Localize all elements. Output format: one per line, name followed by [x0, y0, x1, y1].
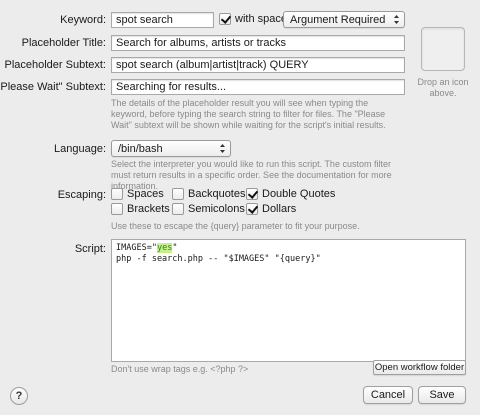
- with-space-label: with space: [235, 13, 287, 25]
- placeholder-subtext-label: Placeholder Subtext:: [4, 59, 106, 71]
- escape-backquotes-label: Backquotes: [188, 188, 246, 200]
- escape-backquotes-checkbox[interactable]: Backquotes: [172, 188, 245, 200]
- script-string-highlight: yes: [156, 243, 173, 253]
- escape-double-quotes-label: Double Quotes: [262, 188, 336, 200]
- please-wait-label: "Please Wait" Subtext:: [0, 81, 106, 93]
- save-button[interactable]: Save: [418, 386, 466, 404]
- checkbox-icon[interactable]: [172, 203, 184, 215]
- placeholder-subtext-input[interactable]: spot search (album|artist|track) QUERY: [111, 57, 405, 73]
- please-wait-input[interactable]: Searching for results...: [111, 79, 405, 95]
- help-button[interactable]: ?: [10, 387, 28, 405]
- script-editor[interactable]: IMAGES="yes" php -f search.php -- "$IMAGE…: [111, 239, 466, 362]
- escaping-label: Escaping:: [57, 189, 106, 201]
- script-line-1: IMAGES="yes": [116, 243, 461, 254]
- checkbox-icon[interactable]: [111, 203, 123, 215]
- open-workflow-folder-button[interactable]: Open workflow folder: [373, 360, 466, 375]
- argument-dropdown[interactable]: Argument Required: [283, 11, 405, 28]
- escape-dollars-label: Dollars: [262, 203, 297, 215]
- escape-double-quotes-checkbox[interactable]: Double Quotes: [246, 188, 335, 200]
- script-line-1-start: IMAGES=": [116, 243, 157, 253]
- updown-arrows-icon: [220, 144, 225, 153]
- cancel-button[interactable]: Cancel: [363, 386, 413, 404]
- checkbox-icon[interactable]: [111, 188, 123, 200]
- with-space-checkbox[interactable]: with space: [219, 13, 287, 25]
- placeholder-title-label: Placeholder Title:: [21, 37, 106, 49]
- checkbox-checked-icon[interactable]: [246, 203, 258, 215]
- with-space-check-icon[interactable]: [219, 13, 231, 25]
- language-dropdown-value: /bin/bash: [118, 143, 163, 155]
- placeholder-help-text: The details of the placeholder result yo…: [111, 98, 386, 130]
- script-line-2: php -f search.php -- "$IMAGES" "{query}": [116, 254, 321, 264]
- updown-arrows-icon: [394, 15, 399, 24]
- escape-semicolons-checkbox[interactable]: Semicolons: [172, 203, 245, 215]
- language-dropdown[interactable]: /bin/bash: [111, 140, 231, 157]
- escape-semicolons-label: Semicolons: [188, 203, 245, 215]
- icon-drop-hint: Drop an icon above.: [417, 77, 469, 98]
- script-label: Script:: [74, 243, 106, 255]
- keyword-input[interactable]: spot search: [111, 12, 214, 28]
- icon-drop-well[interactable]: [421, 27, 465, 71]
- escaping-help-text: Use these to escape the {query} paramete…: [111, 221, 360, 231]
- escape-dollars-checkbox[interactable]: Dollars: [246, 203, 296, 215]
- keyword-label: Keyword:: [60, 14, 106, 26]
- checkbox-checked-icon[interactable]: [246, 188, 258, 200]
- argument-dropdown-value: Argument Required: [290, 14, 386, 26]
- escape-brackets-label: Brackets: [127, 203, 170, 215]
- escape-spaces-checkbox[interactable]: Spaces: [111, 188, 164, 200]
- escape-spaces-label: Spaces: [127, 188, 164, 200]
- checkbox-icon[interactable]: [172, 188, 184, 200]
- script-footer-hint: Don't use wrap tags e.g. <?php ?>: [111, 364, 249, 374]
- language-label: Language:: [54, 143, 106, 155]
- script-line-1-end: ": [172, 243, 178, 253]
- placeholder-title-input[interactable]: Search for albums, artists or tracks: [111, 35, 405, 51]
- escape-brackets-checkbox[interactable]: Brackets: [111, 203, 170, 215]
